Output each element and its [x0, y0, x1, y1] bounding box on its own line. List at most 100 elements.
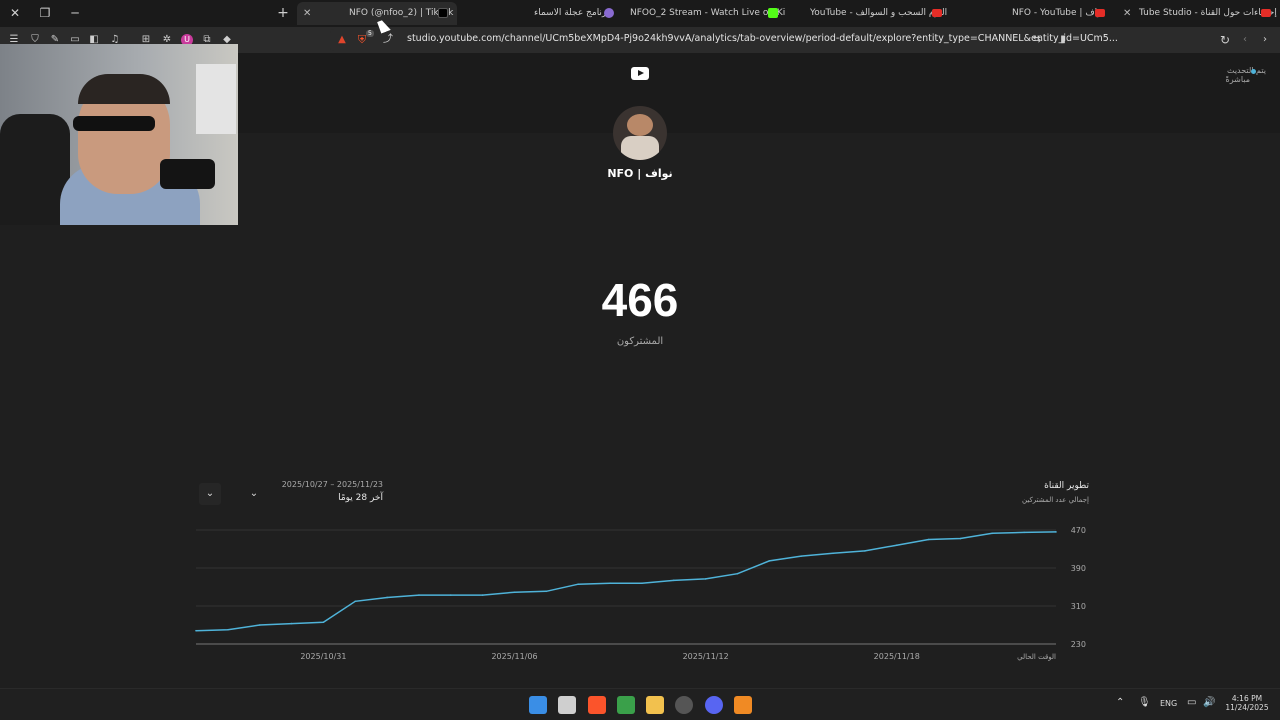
y-tick-label: 390 [1071, 564, 1086, 573]
data-point [513, 591, 516, 594]
data-point [450, 594, 452, 596]
tab-label: NFOO_2 Stream - Watch Live on Kick [630, 8, 785, 18]
chart-subtitle: إجمالي عدد المشتركين [1022, 496, 1089, 504]
y-tick-label: 470 [1071, 526, 1086, 535]
task-view-icon[interactable] [558, 696, 576, 714]
url-options-icon[interactable]: ⇆ [1031, 34, 1043, 46]
reload-icon[interactable]: ↻ [1219, 34, 1231, 46]
brave-rewards-icon[interactable]: ▲ [336, 34, 348, 46]
data-point [354, 600, 357, 603]
data-point [768, 560, 771, 562]
data-point [545, 590, 548, 593]
tab-youtube-live[interactable]: YouTube - اليوم السحب و السوالف [800, 2, 950, 25]
data-point [227, 628, 229, 631]
share-icon[interactable]: ⤴ [382, 34, 394, 46]
tab-close-icon[interactable]: ✕ [303, 2, 311, 25]
volume-icon[interactable]: 🔊 [1203, 697, 1215, 708]
data-point [386, 596, 388, 599]
back-icon[interactable]: ‹ [1239, 34, 1251, 46]
clock-time: 4:16 PM [1231, 694, 1263, 703]
y-tick-label: 310 [1071, 602, 1086, 611]
data-point [481, 594, 484, 596]
data-point [704, 578, 707, 580]
data-point [290, 622, 293, 625]
data-point [991, 532, 994, 535]
network-icon[interactable]: ▭ [1187, 697, 1196, 708]
shield-badge: 5 [366, 30, 374, 37]
youtube-studio-icon [1261, 9, 1271, 17]
x-tick-label: 2025/11/18 [874, 652, 920, 661]
language-indicator[interactable]: ENG [1160, 699, 1177, 708]
minimize-window-icon[interactable]: ─ [64, 4, 86, 22]
tab-label: Tube Studio - إحصاءات حول القناة [1139, 8, 1277, 18]
close-window-icon[interactable]: ✕ [4, 4, 26, 22]
subscriber-line [195, 531, 1057, 632]
live-status-text: يتم التحديث [1226, 66, 1266, 75]
period-dropdown-icon[interactable]: ⌄ [243, 483, 265, 505]
youtube-logo-icon [631, 67, 649, 80]
bookmark-icon[interactable]: ▮ [1057, 34, 1069, 46]
restore-window-icon[interactable]: ❐ [34, 4, 56, 22]
subscriber-label: المشتركون [616, 336, 664, 347]
wheel-icon [604, 8, 614, 18]
chevron-down-icon[interactable]: ⌄ [199, 483, 221, 505]
live-status: يتم التحديث مباشرةً [1206, 66, 1266, 84]
subscriber-chart: 230 310 390 470 2025/10/31 2025/11/06 2025/11/… [195, 526, 1086, 661]
data-point [195, 629, 197, 632]
app-b-icon[interactable] [617, 696, 635, 714]
tab-label: YouTube - اليوم السحب و السوالف [810, 8, 948, 18]
obs-icon[interactable] [675, 696, 693, 714]
live-dot-icon [1251, 69, 1256, 74]
data-point [927, 538, 930, 541]
channel-avatar[interactable] [613, 106, 667, 160]
period-label[interactable]: آخر 28 يومًا [263, 493, 383, 503]
youtube-icon [932, 9, 942, 17]
subscriber-count: 466 [601, 274, 679, 326]
tab-close-icon[interactable]: ✕ [1123, 2, 1131, 25]
discord-icon[interactable] [705, 696, 723, 714]
data-point [959, 537, 962, 540]
tray-chevron-icon[interactable]: ⌃ [1116, 697, 1124, 708]
new-tab-icon[interactable]: + [272, 4, 294, 22]
data-point [1023, 531, 1025, 534]
webcam-overlay [0, 44, 238, 225]
browser-tab-bar: ✕ ❐ ─ + ✕ NFO (@nfoo_2) | TikTok برنامج … [0, 0, 1280, 27]
file-explorer-icon[interactable] [646, 696, 664, 714]
address-bar[interactable]: ▲ ⛨ 5 ⤴ studio.youtube.com/channel/UCm5b… [330, 29, 1118, 51]
clock[interactable]: 4:16 PM 11/24/2025 [1222, 694, 1272, 712]
x-tick-label: 2025/11/06 [491, 652, 537, 661]
live-status-sub: مباشرةً [1225, 75, 1250, 84]
data-point [641, 582, 643, 584]
data-point [895, 544, 898, 546]
chart-title: تطوير القناة [1044, 481, 1089, 491]
data-point [609, 582, 611, 584]
data-point [864, 550, 866, 552]
x-tick-label: 2025/10/31 [300, 652, 346, 661]
brave-browser-icon[interactable] [588, 696, 606, 714]
forward-icon[interactable]: › [1259, 34, 1271, 46]
tab-name-wheel[interactable]: برنامج عجلة الاسماء [470, 2, 620, 25]
windows-taskbar: ⌃ 🎙 ENG ▭ 🔊 4:16 PM 11/24/2025 [0, 688, 1280, 720]
url-text[interactable]: studio.youtube.com/channel/UCm5beXMpD4-P… [407, 33, 1118, 44]
data-point [258, 624, 261, 626]
y-tick-label: 230 [1071, 640, 1086, 649]
channel-name: NFO | نواف [607, 167, 673, 180]
data-point [800, 555, 802, 557]
kick-icon [768, 8, 778, 18]
date-range[interactable]: 2025/10/27 – 2025/11/23 [263, 480, 383, 489]
tab-kick[interactable]: NFOO_2 Stream - Watch Live on Kick [625, 2, 785, 25]
microphone-icon[interactable]: 🎙 [1138, 697, 1151, 708]
data-point [1055, 531, 1057, 533]
start-icon[interactable] [529, 696, 547, 714]
youtube-icon [1095, 9, 1105, 17]
x-tick-label: الوقت الحالي [1017, 653, 1056, 661]
tab-youtube-studio[interactable]: ✕ Tube Studio - إحصاءات حول القناة [1117, 2, 1280, 25]
data-point [736, 572, 739, 575]
data-point [418, 594, 420, 596]
data-point [672, 579, 675, 582]
tiktok-icon [438, 8, 448, 18]
data-point [832, 552, 834, 555]
tab-youtube-channel[interactable]: NFO - YouTube | نواف [1005, 2, 1110, 25]
data-point [322, 621, 325, 623]
app-a-icon[interactable] [734, 696, 752, 714]
